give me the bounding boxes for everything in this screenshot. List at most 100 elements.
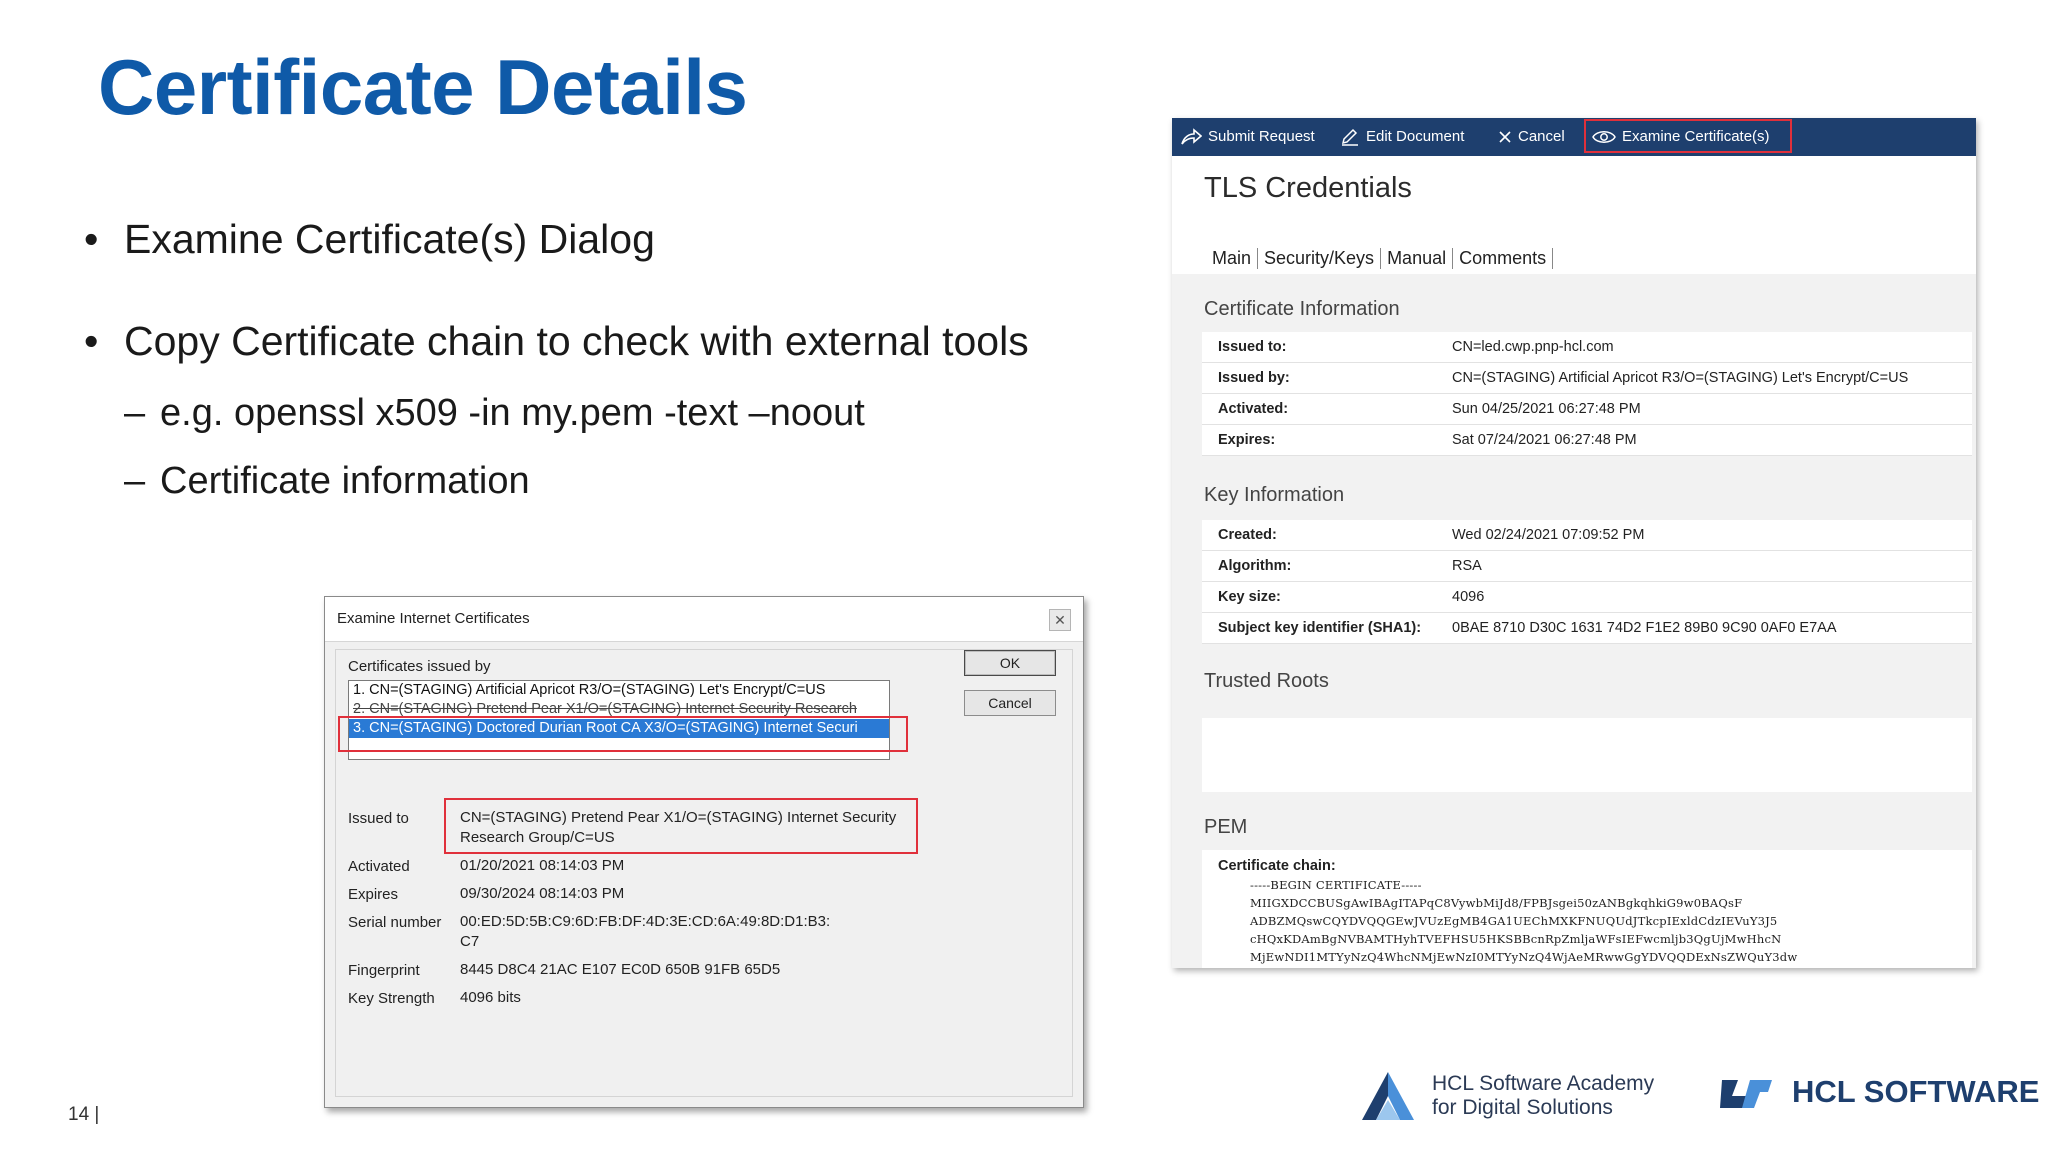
row-key: Activated: — [1218, 401, 1289, 417]
row-key: Issued to: — [1218, 339, 1287, 355]
edit-document-button[interactable]: Edit Document — [1340, 118, 1464, 156]
key-strength-label: Key Strength — [348, 990, 435, 1007]
page-number: 14 | — [68, 1104, 100, 1125]
page-title: TLS Credentials — [1204, 172, 1412, 204]
hcl-logo-icon — [1720, 1080, 1772, 1108]
academy-logo-icon — [1362, 1072, 1414, 1120]
academy-line: HCL Software Academy — [1432, 1072, 1655, 1095]
cert-info-row: Issued by: CN=(STAGING) Artificial Apric… — [1202, 363, 1972, 394]
dash-glyph: – — [124, 392, 146, 434]
sub-bullet-cert-info: – Certificate information — [124, 460, 530, 503]
issued-to-line: CN=(STAGING) Pretend Pear X1/O=(STAGING)… — [460, 809, 897, 826]
bullet-text: Copy Certificate chain to check with ext… — [124, 318, 1029, 364]
examine-certificates-dialog: Examine Internet Certificates ✕ Certific… — [324, 596, 1084, 1108]
share-arrow-icon — [1181, 128, 1203, 145]
key-information-heading: Key Information — [1204, 484, 1345, 506]
form-tabs: Main Security/Keys Manual Comments — [1210, 248, 1554, 269]
key-strength-value: 4096 bits — [460, 989, 521, 1006]
pem-line: -----BEGIN CERTIFICATE----- — [1250, 878, 1422, 892]
pem-heading: PEM — [1204, 816, 1248, 838]
pem-line: MIIGXDCCBUSgAwIBAgITAPqC8VywbMiJd8/FPBJs… — [1250, 896, 1743, 910]
cert-info-row: Expires: Sat 07/24/2021 06:27:48 PM — [1202, 425, 1972, 456]
slide-title: Certificate Details — [98, 43, 748, 131]
dash-glyph: – — [124, 460, 146, 502]
hcl-software-wordmark: HCL SOFTWARE — [1792, 1074, 2040, 1109]
cancel-toolbar-label: Cancel — [1518, 128, 1565, 145]
dialog-titlebar[interactable]: Examine Internet Certificates ✕ — [325, 597, 1083, 642]
row-value: Sat 07/24/2021 06:27:48 PM — [1452, 432, 1637, 448]
academy-line: for Digital Solutions — [1432, 1096, 1613, 1119]
row-value: CN=led.cwp.pnp-hcl.com — [1452, 339, 1614, 355]
submit-request-label: Submit Request — [1208, 128, 1315, 145]
pem-line: ADBZMQswCQYDVQQGEwJVUzEgMB4GA1UEChMXKFNU… — [1250, 914, 1778, 928]
activated-label: Activated — [348, 858, 410, 875]
tls-credentials-window: Submit Request Edit Document Cancel Exam… — [1172, 118, 1976, 968]
bullet-glyph: • — [84, 318, 99, 364]
row-key: Issued by: — [1218, 370, 1290, 386]
edit-document-label: Edit Document — [1366, 128, 1465, 145]
row-value: RSA — [1452, 558, 1482, 574]
key-info-row: Subject key identifier (SHA1): 0BAE 8710… — [1202, 613, 1972, 644]
key-info-row: Key size: 4096 — [1202, 582, 1972, 613]
row-key: Created: — [1218, 527, 1277, 543]
cancel-toolbar-button[interactable]: Cancel — [1498, 118, 1565, 156]
dialog-title: Examine Internet Certificates — [337, 610, 530, 627]
certificate-list-item-selected[interactable]: 3. CN=(STAGING) Doctored Durian Root CA … — [349, 719, 889, 738]
bullet-copy-chain: • Copy Certificate chain to check with ex… — [84, 318, 1029, 365]
certificate-list-item[interactable]: 1. CN=(STAGING) Artificial Apricot R3/O=… — [349, 681, 889, 700]
cert-info-row: Activated: Sun 04/25/2021 06:27:48 PM — [1202, 394, 1972, 425]
trusted-roots-box — [1202, 718, 1972, 792]
certificate-list-item[interactable]: 2. CN=(STAGING) Pretend Pear X1/O=(STAGI… — [349, 700, 889, 719]
serial-number-label: Serial number — [348, 914, 442, 931]
issued-by-label: Certificates issued by — [348, 658, 491, 675]
trusted-roots-heading: Trusted Roots — [1204, 670, 1329, 692]
ok-button[interactable]: OK — [964, 650, 1056, 676]
tab-main[interactable]: Main — [1210, 248, 1259, 269]
serial-number-value: 00:ED:5D:5B:C9:6D:FB:DF:4D:3E:CD:6A:49:8… — [460, 912, 830, 952]
row-value: CN=(STAGING) Artificial Apricot R3/O=(ST… — [1452, 370, 1909, 386]
row-value: Sun 04/25/2021 06:27:48 PM — [1452, 401, 1641, 417]
action-toolbar: Submit Request Edit Document Cancel Exam… — [1172, 118, 1976, 156]
serial-line: 00:ED:5D:5B:C9:6D:FB:DF:4D:3E:CD:6A:49:8… — [460, 913, 831, 930]
tab-comments[interactable]: Comments — [1453, 248, 1554, 269]
row-value: Wed 02/24/2021 07:09:52 PM — [1452, 527, 1645, 543]
tab-manual[interactable]: Manual — [1381, 248, 1454, 269]
row-value: 0BAE 8710 D30C 1631 74D2 F1E2 89B0 9C90 … — [1452, 620, 1837, 636]
cert-info-row: Issued to: CN=led.cwp.pnp-hcl.com — [1202, 332, 1972, 363]
bullet-glyph: • — [84, 216, 99, 262]
close-icon[interactable]: ✕ — [1049, 609, 1071, 631]
sub-bullet-text: e.g. openssl x509 -in my.pem -text –noou… — [160, 392, 865, 434]
sub-bullet-openssl: – e.g. openssl x509 -in my.pem -text –noo… — [124, 392, 865, 435]
certificate-chain-list[interactable]: 1. CN=(STAGING) Artificial Apricot R3/O=… — [348, 680, 890, 760]
dialog-body: Certificates issued by 1. CN=(STAGING) A… — [335, 649, 1073, 1097]
submit-request-button[interactable]: Submit Request — [1180, 118, 1315, 156]
key-info-row: Created: Wed 02/24/2021 07:09:52 PM — [1202, 520, 1972, 551]
bullet-text: Examine Certificate(s) Dialog — [124, 216, 655, 262]
issued-to-label: Issued to — [348, 810, 409, 827]
row-key: Expires: — [1218, 432, 1276, 448]
expires-label: Expires — [348, 886, 399, 903]
tab-security-keys[interactable]: Security/Keys — [1258, 248, 1382, 269]
close-icon — [1499, 131, 1511, 143]
issued-to-line: Research Group/C=US — [460, 829, 615, 846]
pem-area[interactable]: Certificate chain: -----BEGIN CERTIFICAT… — [1202, 850, 1972, 968]
fingerprint-value: 8445 D8C4 21AC E107 EC0D 650B 91FB 65D5 — [460, 961, 781, 978]
pem-line: cHQxKDAmBgNVBAMTHyhTVEFHSU5HKSBBcnRpZmlj… — [1250, 932, 1782, 946]
sub-bullet-text: Certificate information — [160, 460, 530, 502]
cancel-button[interactable]: Cancel — [964, 690, 1056, 716]
expires-value: 09/30/2024 08:14:03 PM — [460, 885, 625, 902]
key-info-row: Algorithm: RSA — [1202, 551, 1972, 582]
fingerprint-label: Fingerprint — [348, 962, 420, 979]
highlight-examine-button — [1584, 119, 1792, 153]
bullet-examine-dialog: • Examine Certificate(s) Dialog — [84, 216, 655, 263]
row-value: 4096 — [1452, 589, 1485, 605]
pencil-icon — [1341, 128, 1358, 146]
pem-line: MjEwNDI1MTYyNzQ4WhcNMjEwNzI0MTYyNzQ4WjAe… — [1250, 950, 1798, 964]
serial-line: C7 — [460, 933, 480, 950]
certificate-information-heading: Certificate Information — [1204, 298, 1400, 320]
certificate-chain-label: Certificate chain: — [1218, 858, 1336, 874]
activated-value: 01/20/2021 08:14:03 PM — [460, 857, 625, 874]
academy-wordmark: HCL Software Academy for Digital Solutio… — [1432, 1072, 1654, 1120]
row-key: Subject key identifier (SHA1): — [1218, 620, 1422, 636]
row-key: Key size: — [1218, 589, 1281, 605]
